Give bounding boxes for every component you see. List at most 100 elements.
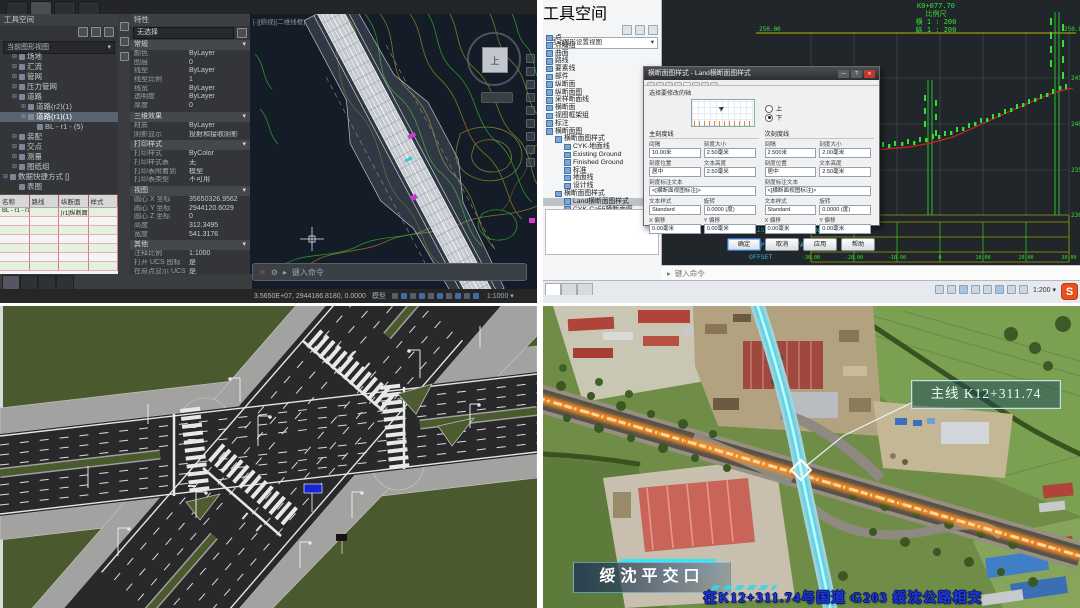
- nav-tool-icon[interactable]: [526, 80, 535, 89]
- property-row[interactable]: 高度312.3495: [130, 222, 250, 231]
- tree-item[interactable]: ⊞ 场地: [0, 52, 118, 62]
- table-header[interactable]: 路线: [30, 195, 60, 207]
- command-line[interactable]: ▸ 键入命令: [661, 265, 1080, 281]
- radio-bottom[interactable]: 下: [765, 113, 782, 122]
- toolspace-icon[interactable]: [104, 27, 114, 37]
- tree-item[interactable]: 点编组: [543, 42, 661, 50]
- property-row[interactable]: 线型比例1: [130, 76, 250, 85]
- dialog-field[interactable]: 文本样式Standard: [765, 197, 820, 215]
- nav-tool-icon[interactable]: [526, 54, 535, 63]
- dialog-field[interactable]: Y 偏移0.00毫米: [704, 216, 759, 234]
- tree-item[interactable]: ⊞ 道路(r1)(1): [0, 112, 118, 122]
- layout-tab[interactable]: [577, 283, 593, 295]
- file-tab[interactable]: [30, 1, 52, 14]
- section-title[interactable]: 常规: [134, 40, 148, 50]
- property-row[interactable]: 打印样式表无: [130, 159, 250, 168]
- expander-icon[interactable]: ⊞: [12, 132, 17, 142]
- expander-icon[interactable]: ⊞: [12, 162, 17, 172]
- expander-icon[interactable]: ⊞: [12, 72, 17, 82]
- dialog-button[interactable]: 应用: [803, 238, 837, 251]
- view-cube[interactable]: 上: [467, 32, 521, 86]
- plan-drawing-canvas[interactable]: [-][俯视][二维线框]: [250, 14, 537, 289]
- nav-tool-icon[interactable]: [526, 119, 535, 128]
- close-button[interactable]: ✕: [864, 70, 875, 78]
- side-strip-icon[interactable]: [120, 22, 129, 31]
- tree-item[interactable]: ⊞ 道路(r2)(1): [0, 102, 118, 112]
- nav-tool-icon[interactable]: [526, 145, 535, 154]
- expander-icon[interactable]: ⊞: [3, 172, 8, 182]
- dialog-field[interactable]: 间隔2.500米: [765, 140, 820, 158]
- dialog-field[interactable]: 刻度标注文本<[横断面视图标注]>: [765, 178, 875, 196]
- tree-item[interactable]: ⊞ 数据快捷方式 []: [0, 172, 118, 182]
- tree-item[interactable]: ⊞ 装配: [0, 132, 118, 142]
- collapse-icon[interactable]: ▾: [242, 140, 246, 150]
- dialog-field[interactable]: 旋转0.0000 (度): [819, 197, 874, 215]
- tree-item[interactable]: ⊞ BL - r1 - (5): [0, 122, 118, 132]
- annotation-scale[interactable]: 1:200 ▾: [1033, 286, 1056, 294]
- viewport-label[interactable]: [-][俯视][二维线框]: [253, 16, 305, 26]
- property-row[interactable]: 圆心 Y 坐标2944120.6029: [130, 205, 250, 214]
- collapse-icon[interactable]: ▾: [242, 186, 246, 196]
- drafting-toggles[interactable]: [392, 293, 479, 299]
- file-tab[interactable]: [54, 1, 76, 14]
- dialog-tab[interactable]: [701, 82, 709, 85]
- dialog-button[interactable]: 确定: [727, 238, 761, 251]
- property-row[interactable]: 注释比例1:1000: [130, 250, 250, 259]
- tree-item[interactable]: ⊞ 交点: [0, 142, 118, 152]
- property-row[interactable]: 颜色ByLayer: [130, 50, 250, 59]
- table-row[interactable]: BL - r1 - r1 [r1]纵断面线: [0, 208, 118, 217]
- minimize-button[interactable]: —: [838, 70, 849, 78]
- side-strip-icon[interactable]: [120, 37, 129, 46]
- property-row[interactable]: 线宽ByLayer: [130, 85, 250, 94]
- collapse-icon[interactable]: ▾: [242, 240, 246, 250]
- property-row[interactable]: 透明度ByLayer: [130, 93, 250, 102]
- table-header[interactable]: 样式: [89, 195, 119, 207]
- dialog-button[interactable]: 取消: [765, 238, 799, 251]
- dialog-field[interactable]: X 偏移0.00毫米: [649, 216, 704, 234]
- dialog-field[interactable]: 刻度标注文本<[横断面视图标注]>: [649, 178, 759, 196]
- side-strip-icon[interactable]: [120, 52, 129, 61]
- selection-combo[interactable]: 无选择: [133, 27, 234, 39]
- dialog-field[interactable]: 文本高度2.50毫米: [819, 159, 874, 177]
- property-row[interactable]: 宽度541.3176: [130, 231, 250, 240]
- tree-item[interactable]: ⊞ 压力管网: [0, 82, 118, 92]
- section-title[interactable]: 视图: [134, 186, 148, 196]
- layout-tab[interactable]: [561, 283, 577, 295]
- expander-icon[interactable]: ⊞: [21, 102, 26, 112]
- dialog-field[interactable]: 刻度位置居中: [765, 159, 820, 177]
- layout-tab[interactable]: [545, 283, 561, 295]
- annotation-scale[interactable]: 1:1000 ▾: [487, 292, 514, 300]
- expander-icon[interactable]: ⊞: [21, 112, 26, 122]
- dialog-tab[interactable]: [692, 82, 700, 85]
- dialog-tab[interactable]: [710, 82, 718, 85]
- collapse-icon[interactable]: ▾: [242, 40, 246, 50]
- close-icon[interactable]: ✕: [259, 268, 266, 277]
- dialog-field[interactable]: 间隔10.00米: [649, 140, 704, 158]
- property-row[interactable]: 圆心 Z 坐标0: [130, 213, 250, 222]
- dialog-field[interactable]: Y 偏移0.00毫米: [819, 216, 874, 234]
- nav-tool-icon[interactable]: [526, 106, 535, 115]
- dialog-field[interactable]: 刻度大小2.00毫米: [819, 140, 874, 158]
- tree-item[interactable]: ⊞ 汇流: [0, 62, 118, 72]
- expander-icon[interactable]: ⊞: [12, 52, 17, 62]
- model-space-label[interactable]: 模型: [372, 291, 386, 301]
- layout-tab[interactable]: [56, 275, 74, 289]
- aerial-intersection-photo[interactable]: 主线 K12+311.74 绥沈平交口 在K12+311.74与国道 G203 …: [543, 306, 1080, 608]
- section-title[interactable]: 其他: [134, 240, 148, 250]
- dialog-tab[interactable]: [647, 82, 655, 85]
- expander-icon[interactable]: ⊞: [12, 152, 17, 162]
- section-title[interactable]: 打印样式: [134, 140, 162, 150]
- dialog-field[interactable]: 文本高度2.50毫米: [704, 159, 759, 177]
- expander-icon[interactable]: ⊞: [12, 142, 17, 152]
- expander-icon[interactable]: ⊞: [12, 92, 17, 102]
- table-header[interactable]: 名称: [0, 195, 30, 207]
- dialog-tab[interactable]: [683, 82, 691, 85]
- dialog-field[interactable]: X 偏移0.00毫米: [765, 216, 820, 234]
- toolspace-icon[interactable]: [78, 27, 88, 37]
- layout-tab[interactable]: [20, 275, 38, 289]
- intersection-3d-render[interactable]: [0, 306, 537, 608]
- recent-commands-icon[interactable]: ▸: [667, 269, 671, 278]
- property-row[interactable]: 厚度0: [130, 102, 250, 111]
- property-row[interactable]: 图层0: [130, 59, 250, 68]
- layout-tab[interactable]: [2, 275, 20, 289]
